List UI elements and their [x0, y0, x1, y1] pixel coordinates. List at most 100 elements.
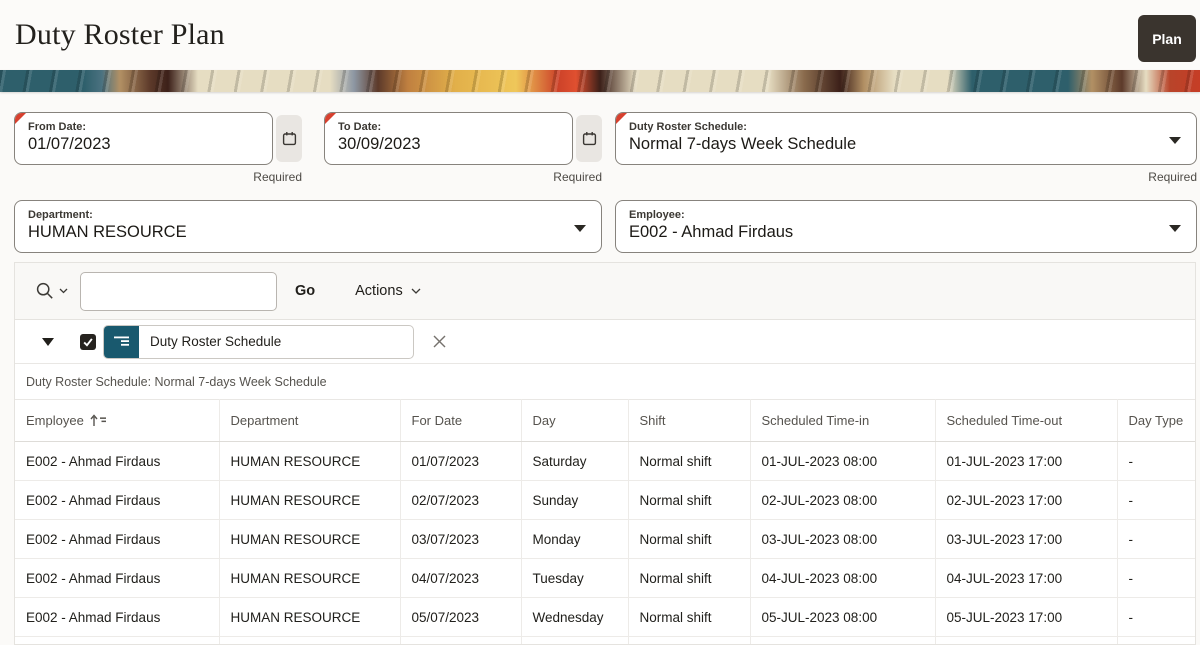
sort-ascending-icon: [90, 414, 106, 426]
table-row: E002 - Ahmad Firdaus HUMAN RESOURCE 03/07/…: [15, 519, 1195, 559]
required-marker-icon: [325, 113, 336, 124]
table-cell: [1117, 636, 1195, 644]
column-header-day-type[interactable]: Day Type: [1117, 399, 1195, 442]
to-date-calendar-button[interactable]: [576, 115, 602, 162]
column-header-scheduled-time-in[interactable]: Scheduled Time-in: [750, 399, 936, 442]
table-cell: 02-JUL-2023 17:00: [935, 480, 1118, 520]
from-date-calendar-button[interactable]: [276, 115, 302, 162]
table-cell: 03/07/2023: [400, 519, 522, 559]
from-date-value[interactable]: 01/07/2023: [15, 133, 272, 154]
duty-roster-schedule-field: Duty Roster Schedule: Normal 7-days Week…: [615, 112, 1197, 184]
control-break-chip[interactable]: Duty Roster Schedule: [103, 324, 414, 359]
search-input[interactable]: [80, 271, 277, 311]
close-icon: [433, 335, 446, 348]
table-cell: [400, 636, 522, 644]
to-date-field: To Date: 30/09/2023 Required: [324, 112, 602, 184]
table-cell: [935, 636, 1118, 644]
department-select[interactable]: Department: HUMAN RESOURCE: [14, 200, 602, 253]
table-cell: Normal shift: [628, 558, 751, 598]
report-toolbar: Go Actions: [15, 263, 1195, 319]
from-date-label: From Date:: [28, 121, 87, 133]
table-cell: Normal shift: [628, 597, 751, 637]
filter-enabled-checkbox[interactable]: [80, 333, 96, 350]
department-label: Department:: [28, 209, 93, 221]
report-table: Employee Department For Date Day Shift Schedu…: [15, 399, 1195, 644]
actions-button-label: Actions: [355, 283, 403, 299]
table-cell: [521, 636, 629, 644]
table-cell: 01-JUL-2023 17:00: [935, 441, 1118, 481]
column-header-scheduled-time-out[interactable]: Scheduled Time-out: [935, 399, 1118, 442]
table-cell: HUMAN RESOURCE: [219, 441, 401, 481]
department-value[interactable]: HUMAN RESOURCE: [15, 221, 601, 242]
from-date-field: From Date: 01/07/2023 Required: [14, 112, 302, 184]
to-date-input[interactable]: To Date: 30/09/2023: [324, 112, 573, 165]
go-button[interactable]: Go: [295, 283, 315, 299]
table-cell: HUMAN RESOURCE: [219, 480, 401, 520]
search-column-dropdown-button[interactable]: [31, 277, 72, 305]
table-cell: 02/07/2023: [400, 480, 522, 520]
table-cell: 02-JUL-2023 08:00: [750, 480, 936, 520]
chevron-down-icon: [1169, 225, 1181, 232]
to-date-required-label: Required: [553, 170, 602, 184]
remove-filter-button[interactable]: [428, 330, 451, 353]
collapse-filter-triangle-icon[interactable]: [41, 335, 55, 349]
control-break-chip-label: Duty Roster Schedule: [150, 334, 282, 349]
table-cell: E002 - Ahmad Firdaus: [15, 558, 220, 598]
calendar-icon: [582, 132, 596, 146]
table-row-partial: [15, 636, 1195, 644]
employee-field: Employee: E002 - Ahmad Firdaus: [615, 200, 1197, 253]
employee-select[interactable]: Employee: E002 - Ahmad Firdaus: [615, 200, 1197, 253]
column-header-day[interactable]: Day: [521, 399, 629, 442]
table-cell: HUMAN RESOURCE: [219, 558, 401, 598]
to-date-label: To Date:: [338, 121, 382, 133]
actions-button[interactable]: Actions: [355, 283, 421, 299]
duty-roster-schedule-select[interactable]: Duty Roster Schedule: Normal 7-days Week…: [615, 112, 1197, 165]
table-cell: 05-JUL-2023 08:00: [750, 597, 936, 637]
duty-roster-schedule-value[interactable]: Normal 7-days Week Schedule: [616, 133, 1196, 154]
column-header-label: Scheduled Time-in: [761, 413, 870, 428]
chevron-down-icon: [411, 288, 421, 294]
column-header-employee[interactable]: Employee: [15, 399, 220, 442]
table-cell: -: [1117, 597, 1195, 637]
employee-value[interactable]: E002 - Ahmad Firdaus: [616, 221, 1196, 242]
table-cell: Normal shift: [628, 519, 751, 559]
table-cell: Tuesday: [521, 558, 629, 598]
table-cell: HUMAN RESOURCE: [219, 519, 401, 559]
table-cell: Normal shift: [628, 441, 751, 481]
column-header-label: Shift: [639, 413, 666, 428]
chevron-down-icon: [574, 225, 586, 232]
column-header-department[interactable]: Department: [219, 399, 401, 442]
column-header-for-date[interactable]: For Date: [400, 399, 522, 442]
column-header-label: Day Type: [1128, 413, 1184, 428]
calendar-icon: [282, 132, 296, 146]
table-cell: E002 - Ahmad Firdaus: [15, 519, 220, 559]
to-date-value[interactable]: 30/09/2023: [325, 133, 572, 154]
table-cell: Wednesday: [521, 597, 629, 637]
control-break-header: Duty Roster Schedule: Normal 7-days Week…: [15, 363, 1195, 399]
column-header-label: Scheduled Time-out: [946, 413, 1063, 428]
table-cell: -: [1117, 441, 1195, 481]
page-title: Duty Roster Plan: [15, 18, 225, 51]
table-cell: Normal shift: [628, 480, 751, 520]
column-header-shift[interactable]: Shift: [628, 399, 751, 442]
table-cell: E002 - Ahmad Firdaus: [15, 441, 220, 481]
column-header-label: For Date: [411, 413, 463, 428]
table-cell: 01/07/2023: [400, 441, 522, 481]
employee-label: Employee:: [629, 209, 685, 221]
chevron-down-icon: [1169, 137, 1181, 144]
checkmark-icon: [83, 337, 93, 347]
column-header-label: Employee: [26, 413, 84, 428]
from-date-input[interactable]: From Date: 01/07/2023: [14, 112, 273, 165]
table-row: E002 - Ahmad Firdaus HUMAN RESOURCE 05/07/…: [15, 597, 1195, 637]
chevron-down-icon: [59, 288, 68, 294]
table-cell: HUMAN RESOURCE: [219, 597, 401, 637]
plan-button[interactable]: Plan: [1138, 15, 1196, 62]
department-field: Department: HUMAN RESOURCE: [14, 200, 602, 253]
table-row: E002 - Ahmad Firdaus HUMAN RESOURCE 04/07/…: [15, 558, 1195, 598]
report-filter-row: Duty Roster Schedule: [15, 319, 1195, 363]
table-cell: Monday: [521, 519, 629, 559]
duty-roster-plan-page: Duty Roster Plan Plan From Date: 01/07/2…: [0, 0, 1200, 645]
table-cell: [219, 636, 401, 644]
interactive-report: Go Actions Duty Roster Schedule Duty Ros…: [14, 262, 1196, 645]
table-head: Employee Department For Date Day Shift Schedu…: [15, 399, 1195, 442]
